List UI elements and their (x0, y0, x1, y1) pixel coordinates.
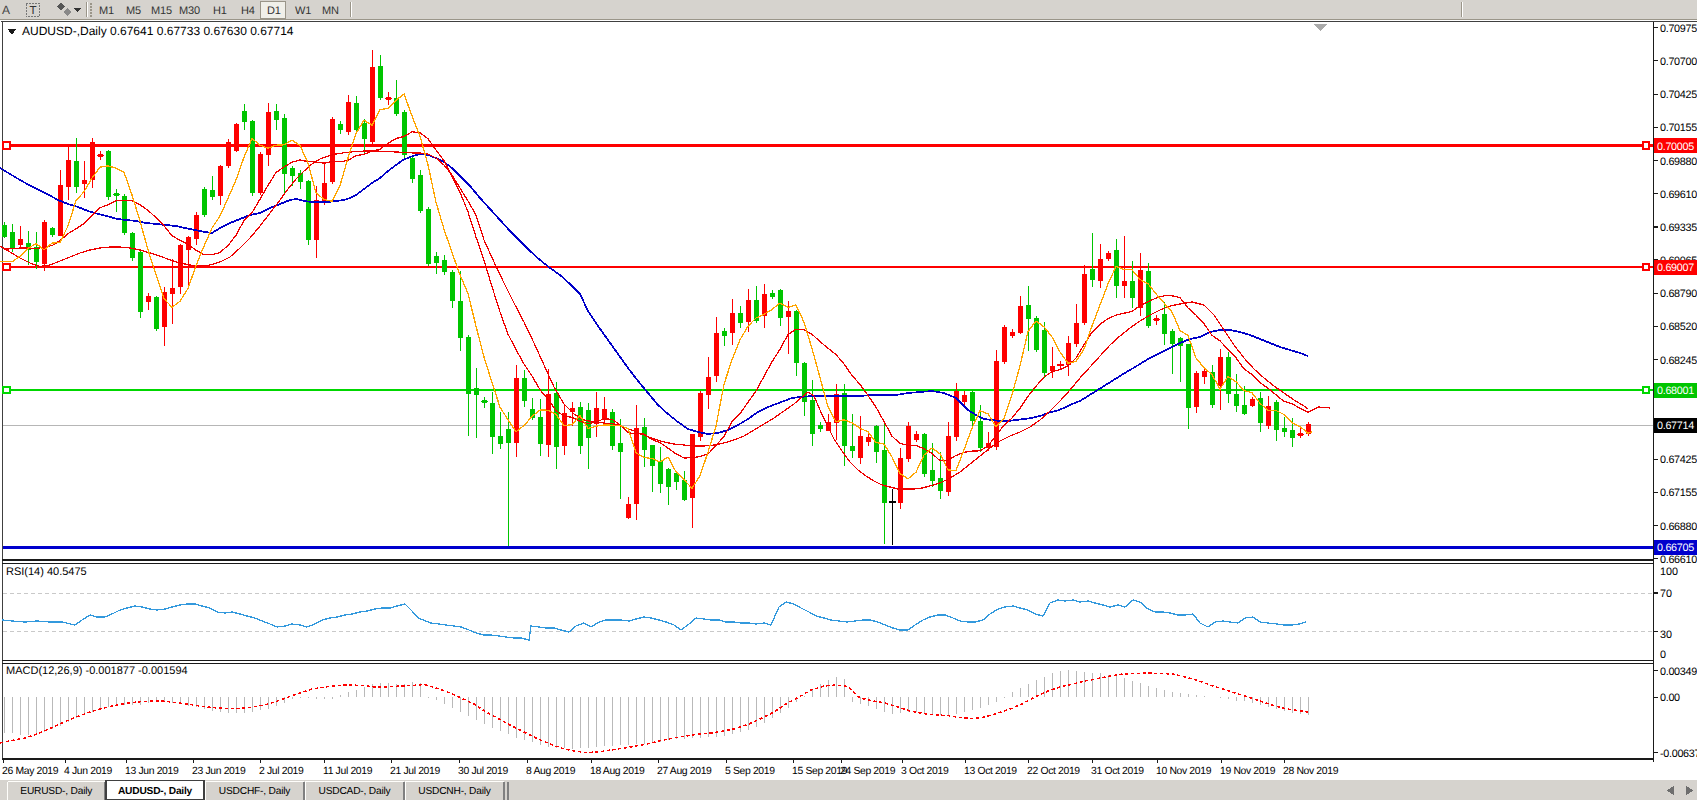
svg-text:0.68520: 0.68520 (1660, 321, 1697, 333)
svg-text:70: 70 (1660, 588, 1672, 600)
svg-text:23 Jun 2019: 23 Jun 2019 (192, 766, 246, 777)
svg-text:30: 30 (1660, 629, 1672, 641)
svg-text:AUDUSD-, Daily: AUDUSD-, Daily (118, 786, 193, 797)
svg-text:H4: H4 (241, 5, 255, 17)
svg-text:0.68245: 0.68245 (1660, 355, 1697, 367)
svg-text:100: 100 (1660, 566, 1678, 578)
svg-text:MACD(12,26,9) -0.001877 -0.001: MACD(12,26,9) -0.001877 -0.001594 (6, 665, 188, 677)
svg-text:M30: M30 (179, 5, 200, 17)
svg-text:T: T (30, 5, 37, 17)
svg-text:W1: W1 (295, 5, 311, 17)
svg-text:0.68790: 0.68790 (1660, 288, 1697, 300)
svg-text:13 Jun 2019: 13 Jun 2019 (125, 766, 179, 777)
svg-text:0.67714: 0.67714 (1657, 420, 1694, 432)
svg-text:0.67425: 0.67425 (1660, 454, 1697, 466)
svg-text:0.70975: 0.70975 (1660, 23, 1697, 35)
svg-text:0.00349: 0.00349 (1660, 666, 1697, 678)
svg-text:28 Nov 2019: 28 Nov 2019 (1283, 766, 1339, 777)
svg-text:AUDUSD-,Daily 0.67641 0.67733: AUDUSD-,Daily 0.67641 0.67733 0.67630 0.… (22, 24, 294, 38)
svg-text:22 Oct 2019: 22 Oct 2019 (1027, 766, 1080, 777)
svg-text:4 Jun 2019: 4 Jun 2019 (64, 766, 112, 777)
svg-text:31 Oct 2019: 31 Oct 2019 (1091, 766, 1144, 777)
svg-text:USDCAD-, Daily: USDCAD-, Daily (319, 786, 392, 797)
svg-text:0.70155: 0.70155 (1660, 122, 1697, 134)
svg-text:USDCNH-, Daily: USDCNH-, Daily (418, 786, 492, 797)
svg-text:0: 0 (1660, 649, 1666, 661)
svg-text:0.67155: 0.67155 (1660, 487, 1697, 499)
svg-text:A: A (2, 3, 10, 17)
svg-text:0.69880: 0.69880 (1660, 156, 1697, 168)
svg-text:D1: D1 (267, 5, 281, 17)
svg-text:0.66705: 0.66705 (1657, 542, 1694, 554)
svg-text:10 Nov 2019: 10 Nov 2019 (1156, 766, 1212, 777)
svg-text:H1: H1 (213, 5, 227, 17)
svg-text:26 May 2019: 26 May 2019 (2, 766, 59, 777)
svg-text:EURUSD-, Daily: EURUSD-, Daily (20, 786, 93, 797)
svg-text:18 Aug 2019: 18 Aug 2019 (590, 766, 645, 777)
svg-text:19 Nov 2019: 19 Nov 2019 (1220, 766, 1276, 777)
svg-text:RSI(14) 40.5475: RSI(14) 40.5475 (6, 566, 87, 578)
svg-text:2 Jul 2019: 2 Jul 2019 (259, 766, 304, 777)
svg-text:21 Jul 2019: 21 Jul 2019 (390, 766, 440, 777)
svg-text:MN: MN (322, 5, 339, 17)
svg-text:13 Oct 2019: 13 Oct 2019 (964, 766, 1017, 777)
svg-text:M1: M1 (99, 5, 114, 17)
svg-text:8 Aug 2019: 8 Aug 2019 (526, 766, 576, 777)
svg-text:M5: M5 (126, 5, 141, 17)
svg-text:0.66610: 0.66610 (1660, 554, 1697, 566)
svg-text:11 Jul 2019: 11 Jul 2019 (323, 766, 373, 777)
svg-text:5 Sep 2019: 5 Sep 2019 (725, 766, 775, 777)
svg-text:3 Oct 2019: 3 Oct 2019 (901, 766, 949, 777)
svg-text:0.69007: 0.69007 (1657, 262, 1694, 274)
svg-text:0.70425: 0.70425 (1660, 89, 1697, 101)
svg-text:30 Jul 2019: 30 Jul 2019 (458, 766, 508, 777)
svg-text:USDCHF-, Daily: USDCHF-, Daily (219, 786, 291, 797)
svg-text:0.69610: 0.69610 (1660, 189, 1697, 201)
svg-text:27 Aug 2019: 27 Aug 2019 (657, 766, 712, 777)
svg-text:0.69335: 0.69335 (1660, 222, 1697, 234)
svg-text:0.68001: 0.68001 (1657, 385, 1694, 397)
svg-text:24 Sep 2019: 24 Sep 2019 (840, 766, 896, 777)
svg-text:-0.00637: -0.00637 (1660, 748, 1697, 760)
svg-text:M15: M15 (151, 5, 172, 17)
svg-text:0.70005: 0.70005 (1657, 141, 1694, 153)
svg-text:0.70700: 0.70700 (1660, 56, 1697, 68)
svg-text:0.66880: 0.66880 (1660, 521, 1697, 533)
svg-text:0.00: 0.00 (1660, 692, 1680, 704)
